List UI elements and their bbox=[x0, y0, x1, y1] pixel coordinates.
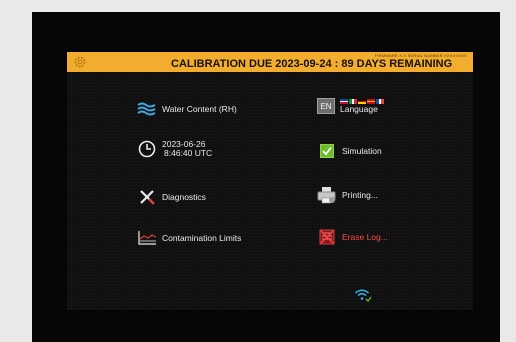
datetime-text: 2023-06-26 8:46:40 UTC bbox=[162, 140, 212, 158]
contamination-limits-label: Contamination Limits bbox=[162, 233, 242, 243]
device-screen: FIRMWARE X.X SERIAL NUMBER XXXXXXXX CALI… bbox=[67, 52, 473, 310]
erase-icon bbox=[317, 228, 337, 246]
calibration-due-text: CALIBRATION DUE 2023-09-24 : 89 DAYS REM… bbox=[171, 58, 453, 70]
printer-icon bbox=[317, 186, 337, 204]
language-stack: Language bbox=[340, 99, 385, 114]
datetime-button[interactable]: 2023-06-26 8:46:40 UTC bbox=[137, 140, 212, 158]
simulation-toggle[interactable]: Simulation bbox=[317, 142, 382, 160]
language-code-badge: EN bbox=[317, 98, 335, 114]
gear-icon[interactable] bbox=[73, 55, 87, 69]
time-text: 8:46:40 UTC bbox=[164, 148, 213, 158]
calibration-banner: FIRMWARE X.X SERIAL NUMBER XXXXXXXX CALI… bbox=[67, 52, 473, 72]
tools-icon bbox=[137, 188, 157, 206]
erase-log-label: Erase Log... bbox=[342, 232, 388, 242]
diagnostics-button[interactable]: Diagnostics bbox=[137, 188, 206, 206]
chart-icon bbox=[137, 229, 157, 247]
diagnostics-label: Diagnostics bbox=[162, 192, 206, 202]
contamination-limits-button[interactable]: Contamination Limits bbox=[137, 229, 241, 247]
clock-icon bbox=[137, 140, 157, 158]
simulation-label: Simulation bbox=[342, 146, 382, 156]
wifi-icon[interactable] bbox=[354, 288, 372, 302]
water-icon bbox=[137, 100, 157, 118]
language-label: Language bbox=[340, 104, 378, 114]
printing-label: Printing... bbox=[342, 190, 378, 200]
language-button[interactable]: EN Language bbox=[317, 98, 385, 114]
erase-log-button[interactable]: Erase Log... bbox=[317, 228, 388, 246]
water-content-button[interactable]: Water Content (RH) bbox=[137, 100, 237, 118]
checkbox-icon[interactable] bbox=[317, 142, 337, 160]
water-content-label: Water Content (RH) bbox=[162, 104, 237, 114]
printing-button[interactable]: Printing... bbox=[317, 186, 378, 204]
